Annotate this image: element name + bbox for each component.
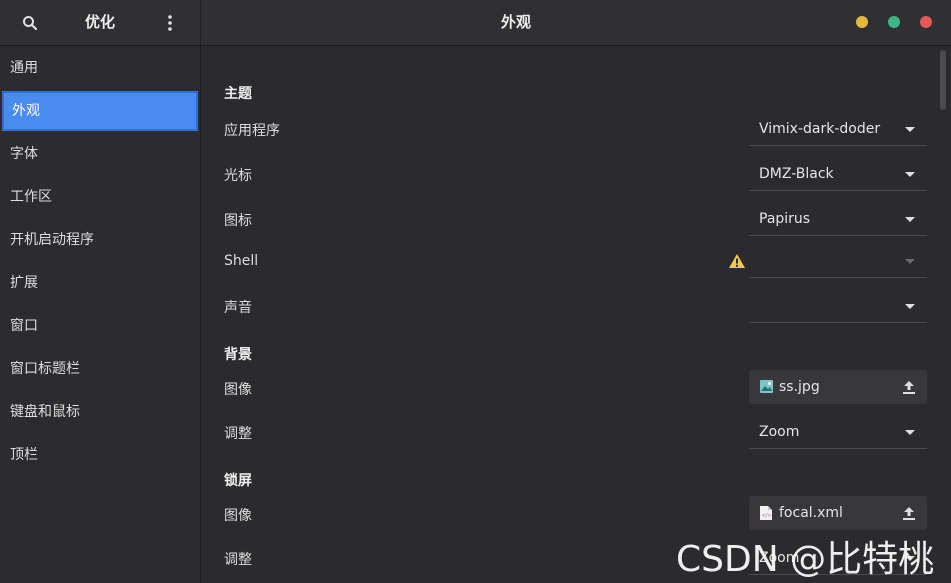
cursor-theme-dropdown[interactable]: DMZ-Black <box>749 157 927 191</box>
header-sidebar-section: 优化 <box>0 0 201 45</box>
menu-button[interactable] <box>156 0 184 45</box>
scrollbar[interactable] <box>940 50 946 110</box>
sidebar-item-workspaces[interactable]: 工作区 <box>0 177 200 217</box>
chevron-down-icon <box>905 127 915 132</box>
upload-icon <box>903 507 915 520</box>
background-image-chooser[interactable]: ss.jpg <box>749 370 927 404</box>
themes-section-title: 主题 <box>224 86 252 102</box>
lockscreen-adjust-label: 调整 <box>224 552 252 568</box>
background-image-label: 图像 <box>224 382 252 398</box>
background-image-filename: ss.jpg <box>779 379 820 395</box>
sound-theme-dropdown[interactable] <box>749 289 927 323</box>
applications-label: 应用程序 <box>224 123 280 139</box>
lockscreen-image-label: 图像 <box>224 508 252 524</box>
applications-theme-value: Vimix-dark-doder <box>759 121 881 137</box>
app-title: 优化 <box>84 13 115 31</box>
background-adjust-label: 调整 <box>224 426 252 442</box>
background-adjust-dropdown[interactable]: Zoom <box>749 415 927 449</box>
upload-icon <box>903 381 915 394</box>
cursor-label: 光标 <box>224 168 252 184</box>
icons-label: 图标 <box>224 213 252 229</box>
chevron-down-icon <box>905 217 915 222</box>
sound-label: 声音 <box>224 300 252 316</box>
header-bar: 优化 外观 <box>0 0 951 46</box>
close-button[interactable] <box>920 16 932 28</box>
sidebar-item-top-bar[interactable]: 顶栏 <box>0 435 200 475</box>
sidebar-item-appearance[interactable]: 外观 <box>2 91 198 131</box>
icons-theme-dropdown[interactable]: Papirus <box>749 202 927 236</box>
background-section-title: 背景 <box>224 347 252 363</box>
sidebar: 通用 外观 字体 工作区 开机启动程序 扩展 窗口 窗口标题栏 键盘和鼠标 顶栏 <box>0 46 201 583</box>
shell-theme-dropdown[interactable] <box>749 244 927 278</box>
watermark: CSDN @比特桃 <box>676 539 935 580</box>
lockscreen-section-title: 锁屏 <box>224 473 252 489</box>
applications-theme-dropdown[interactable]: Vimix-dark-doder <box>749 112 927 146</box>
background-adjust-value: Zoom <box>759 424 800 440</box>
svg-text:</>: </> <box>762 513 771 519</box>
sidebar-item-keyboard-mouse[interactable]: 键盘和鼠标 <box>0 392 200 432</box>
sidebar-item-windows[interactable]: 窗口 <box>0 306 200 346</box>
sidebar-item-general[interactable]: 通用 <box>0 48 200 88</box>
icons-theme-value: Papirus <box>759 211 811 227</box>
xml-file-icon: </> <box>760 506 772 520</box>
shell-label: Shell <box>224 253 259 269</box>
chevron-down-icon <box>905 172 915 177</box>
maximize-button[interactable] <box>888 16 900 28</box>
page-title: 外观 <box>500 13 531 31</box>
chevron-down-icon <box>905 259 915 264</box>
sidebar-item-extensions[interactable]: 扩展 <box>0 263 200 303</box>
search-icon <box>23 15 38 30</box>
menu-icon <box>168 14 172 31</box>
lockscreen-image-filename: focal.xml <box>779 505 843 521</box>
chevron-down-icon <box>905 430 915 435</box>
minimize-button[interactable] <box>856 16 868 28</box>
image-file-icon <box>760 380 773 393</box>
sidebar-item-fonts[interactable]: 字体 <box>0 134 200 174</box>
lockscreen-image-chooser[interactable]: </> focal.xml <box>749 496 927 530</box>
warning-icon <box>729 254 745 268</box>
search-button[interactable] <box>14 0 46 45</box>
cursor-theme-value: DMZ-Black <box>759 166 834 182</box>
sidebar-item-window-titlebars[interactable]: 窗口标题栏 <box>0 349 200 389</box>
sidebar-item-startup-apps[interactable]: 开机启动程序 <box>0 220 200 260</box>
appearance-panel: 主题 应用程序 Vimix-dark-doder 光标 DMZ-Black 图标… <box>201 46 951 583</box>
chevron-down-icon <box>905 304 915 309</box>
